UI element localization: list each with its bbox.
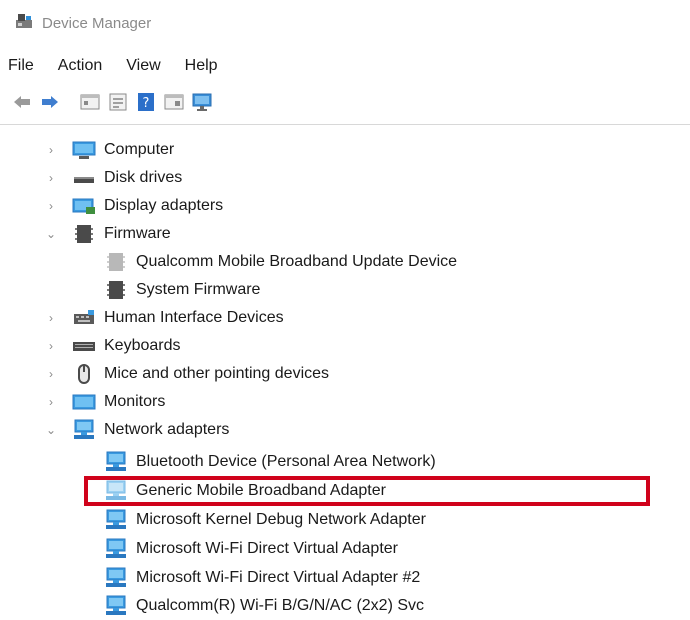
firmware-chip-icon	[104, 251, 128, 273]
highlight-annotation-box	[84, 476, 650, 506]
properties-icon	[109, 93, 127, 111]
network-adapter-icon	[72, 419, 96, 441]
tree-node-human-interface-devices[interactable]: › Human Interface Devices	[44, 304, 284, 332]
chevron-down-icon[interactable]: ⌄	[44, 416, 58, 444]
tree-leaf-network-adapter[interactable]: Microsoft Wi-Fi Direct Virtual Adapter	[104, 535, 398, 563]
menu-help[interactable]: Help	[173, 57, 230, 75]
tree-label: Keyboards	[104, 337, 181, 354]
tree-leaf-firmware-device[interactable]: System Firmware	[104, 276, 260, 304]
hid-keyboard-icon	[72, 307, 96, 329]
console-tree-icon	[80, 94, 100, 110]
network-adapter-icon	[104, 567, 128, 589]
tree-node-mice[interactable]: › Mice and other pointing devices	[44, 360, 329, 388]
computer-icon	[72, 139, 96, 161]
tree-label: Microsoft Kernel Debug Network Adapter	[136, 511, 426, 528]
back-arrow-icon	[14, 96, 30, 108]
chevron-down-icon[interactable]: ⌄	[44, 220, 58, 248]
menu-action[interactable]: Action	[46, 57, 114, 75]
toolbar-divider	[0, 124, 690, 125]
tree-node-monitors[interactable]: › Monitors	[44, 388, 165, 416]
tree-label: Mice and other pointing devices	[104, 365, 330, 382]
chevron-right-icon[interactable]: ›	[44, 332, 58, 360]
chevron-right-icon[interactable]: ›	[44, 360, 58, 388]
tree-label: Microsoft Wi-Fi Direct Virtual Adapter	[136, 540, 398, 557]
tree-leaf-network-adapter[interactable]: Microsoft Wi-Fi Direct Virtual Adapter #…	[104, 564, 420, 592]
tree-label: Qualcomm Mobile Broadband Update Device	[136, 253, 458, 270]
device-manager-icon	[14, 11, 34, 36]
forward-arrow-icon	[42, 96, 58, 108]
tree-label: Microsoft Wi-Fi Direct Virtual Adapter #…	[136, 569, 421, 586]
tree-label: System Firmware	[136, 281, 261, 298]
network-adapter-icon	[104, 509, 128, 531]
tree-node-computer[interactable]: › Computer	[44, 136, 174, 164]
properties-button[interactable]	[106, 91, 130, 113]
tree-node-firmware[interactable]: ⌄ Firmware	[44, 220, 171, 248]
window-title: Device Manager	[42, 14, 152, 32]
tree-label: Display adapters	[104, 197, 224, 214]
tree-label: Firmware	[104, 225, 171, 242]
tree-label: Disk drives	[104, 169, 183, 186]
chevron-right-icon[interactable]: ›	[44, 304, 58, 332]
mouse-icon	[72, 363, 96, 385]
display-adapter-icon	[72, 195, 96, 217]
tree-node-network-adapters[interactable]: ⌄ Network adapters	[44, 416, 229, 444]
chevron-right-icon[interactable]: ›	[44, 164, 58, 192]
toolbar: ?	[10, 90, 218, 114]
tree-node-keyboards[interactable]: › Keyboards	[44, 332, 181, 360]
tree-leaf-network-adapter[interactable]: Microsoft Kernel Debug Network Adapter	[104, 506, 426, 534]
tree-node-display-adapters[interactable]: › Display adapters	[44, 192, 223, 220]
show-hide-console-tree-button[interactable]	[78, 91, 102, 113]
title-bar: Device Manager	[14, 10, 151, 36]
scan-for-hardware-button[interactable]	[190, 91, 214, 113]
svg-text:?: ?	[143, 96, 150, 111]
tree-label: Monitors	[104, 393, 166, 410]
tree-label: Bluetooth Device (Personal Area Network)	[136, 453, 436, 470]
back-button[interactable]	[10, 91, 34, 113]
chevron-right-icon[interactable]: ›	[44, 136, 58, 164]
tree-leaf-firmware-device[interactable]: Qualcomm Mobile Broadband Update Device	[104, 248, 457, 276]
keyboard-icon	[72, 335, 96, 357]
network-adapter-icon	[104, 538, 128, 560]
tree-label: Network adapters	[104, 421, 230, 438]
tree-leaf-network-adapter[interactable]: Bluetooth Device (Personal Area Network)	[104, 448, 436, 476]
disk-drive-icon	[72, 167, 96, 189]
chevron-right-icon[interactable]: ›	[44, 388, 58, 416]
help-button[interactable]: ?	[134, 91, 158, 113]
monitor-icon	[72, 391, 96, 413]
tree-label: Computer	[104, 141, 175, 158]
help-icon: ?	[138, 93, 154, 111]
firmware-chip-icon	[104, 279, 128, 301]
tree-node-disk-drives[interactable]: › Disk drives	[44, 164, 182, 192]
tree-label: Human Interface Devices	[104, 309, 284, 326]
firmware-icon	[72, 223, 96, 245]
menu-file[interactable]: File	[0, 57, 46, 75]
monitor-scan-icon	[192, 93, 212, 111]
network-adapter-icon	[104, 451, 128, 473]
action-view-button[interactable]	[162, 91, 186, 113]
tree-label: Qualcomm(R) Wi-Fi B/G/N/AC (2x2) Svc	[136, 597, 425, 614]
menu-view[interactable]: View	[114, 57, 172, 75]
chevron-right-icon[interactable]: ›	[44, 192, 58, 220]
window-view-icon	[164, 94, 184, 110]
network-adapter-icon	[104, 595, 128, 617]
menu-bar: File Action View Help	[0, 52, 230, 80]
forward-button[interactable]	[38, 91, 62, 113]
tree-leaf-network-adapter[interactable]: Qualcomm(R) Wi-Fi B/G/N/AC (2x2) Svc	[104, 592, 424, 620]
